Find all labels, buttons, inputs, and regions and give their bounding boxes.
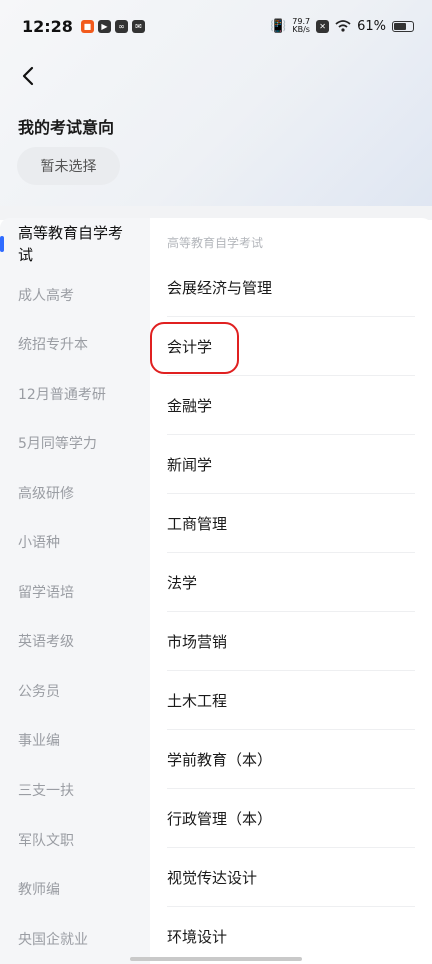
- video-app-icon: ▶: [97, 19, 111, 33]
- major-item[interactable]: 视觉传达设计: [167, 848, 415, 907]
- sidebar-item-english-exam[interactable]: 英语考级: [0, 631, 150, 651]
- major-item[interactable]: 会计学: [167, 317, 415, 376]
- exam-intention-title: 我的考试意向: [18, 118, 115, 137]
- status-right: 📳 79.7 KB/s ✕ 61%: [270, 18, 414, 34]
- sidebar-item-minor-languages[interactable]: 小语种: [0, 532, 150, 552]
- sidebar-item-may-equivalent[interactable]: 5月同等学力: [0, 433, 150, 453]
- home-indicator: [130, 957, 302, 961]
- net-speed-unit: KB/s: [292, 25, 310, 34]
- sidebar-item-state-enterprise[interactable]: 央国企就业: [0, 929, 150, 949]
- major-item[interactable]: 土木工程: [167, 671, 415, 730]
- chevron-left-icon: [22, 66, 34, 86]
- link-app-icon: ∞: [114, 19, 128, 33]
- notification-icons: ■ ▶ ∞ ✉: [80, 19, 145, 33]
- major-item[interactable]: 环境设计: [167, 907, 415, 964]
- message-app-icon: ✉: [131, 19, 145, 33]
- major-item[interactable]: 金融学: [167, 376, 415, 435]
- sim-off-icon: ✕: [316, 19, 330, 33]
- sidebar-item-upgrade-bachelor[interactable]: 统招专升本: [0, 334, 150, 354]
- sidebar-item-three-supports[interactable]: 三支一扶: [0, 780, 150, 800]
- major-item[interactable]: 法学: [167, 553, 415, 612]
- battery-percent: 61%: [357, 18, 386, 34]
- selection-chip[interactable]: 暂未选择: [17, 147, 120, 185]
- net-speed: 79.7 KB/s: [292, 18, 310, 34]
- major-list-panel: 高等教育自学考试 会展经济与管理 会计学 金融学 新闻学 工商管理 法学 市场营…: [150, 218, 432, 964]
- major-item[interactable]: 学前教育（本）: [167, 730, 415, 789]
- major-item[interactable]: 会展经济与管理: [167, 258, 415, 317]
- status-time: 12:28: [22, 16, 73, 36]
- sidebar-item-public-institution[interactable]: 事业编: [0, 730, 150, 750]
- status-bar: 12:28 ■ ▶ ∞ ✉ 📳 79.7 KB/s ✕ 61%: [0, 0, 432, 52]
- major-item[interactable]: 新闻学: [167, 435, 415, 494]
- vibrate-icon: 📳: [270, 18, 287, 34]
- wifi-icon: [335, 20, 351, 32]
- category-sidebar: 高等教育自学考试 成人高考 统招专升本 12月普通考研 5月同等学力 高级研修 …: [0, 218, 150, 964]
- major-list-header: 高等教育自学考试: [167, 236, 264, 250]
- major-item[interactable]: 工商管理: [167, 494, 415, 553]
- sidebar-item-adult-college-exam[interactable]: 成人高考: [0, 285, 150, 305]
- sidebar-item-civil-servant[interactable]: 公务员: [0, 681, 150, 701]
- major-item[interactable]: 行政管理（本）: [167, 789, 415, 848]
- sidebar-item-teacher[interactable]: 教师编: [0, 879, 150, 899]
- sidebar-item-advanced-study[interactable]: 高级研修: [0, 483, 150, 503]
- app-notification-icon: ■: [80, 19, 94, 33]
- sidebar-item-military-civilian[interactable]: 军队文职: [0, 830, 150, 850]
- active-indicator: [0, 236, 4, 252]
- sidebar-item-study-abroad[interactable]: 留学语培: [0, 582, 150, 602]
- battery-icon: [392, 20, 414, 32]
- sidebar-item-december-postgrad[interactable]: 12月普通考研: [0, 384, 150, 404]
- sidebar-item-self-study-exam[interactable]: 高等教育自学考试: [0, 222, 150, 266]
- back-button[interactable]: [14, 62, 42, 90]
- major-item[interactable]: 市场营销: [167, 612, 415, 671]
